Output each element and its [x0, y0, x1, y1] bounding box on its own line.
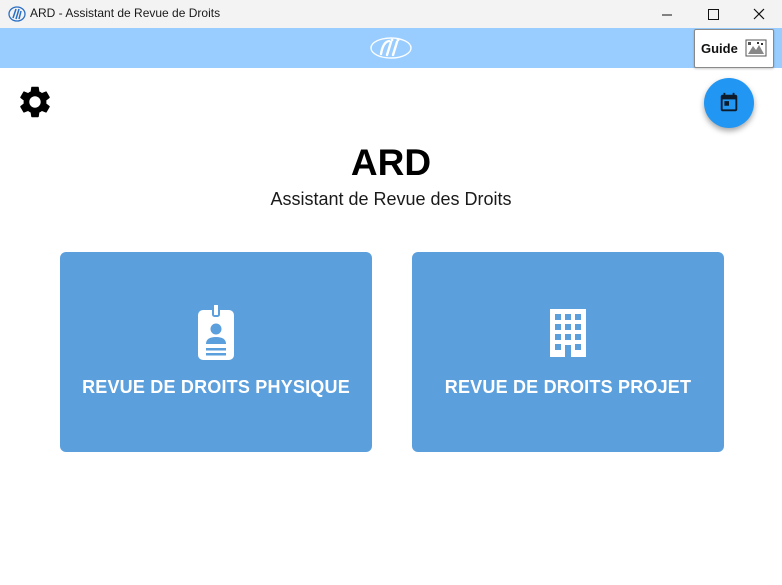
title-bar: ARD - Assistant de Revue de Droits — [0, 0, 782, 28]
close-icon — [753, 8, 765, 20]
calendar-icon — [720, 92, 738, 112]
page-title: ARD — [350, 142, 432, 183]
card-label: REVUE DE DROITS PHYSIQUE — [82, 377, 350, 397]
calendar-fab-button[interactable] — [704, 78, 754, 128]
card-label: REVUE DE DROITS PROJET — [444, 377, 692, 397]
header-bar — [0, 28, 782, 68]
card-icon-wrap — [412, 304, 724, 362]
guide-image-icon — [745, 39, 767, 57]
guide-button[interactable]: Guide — [694, 29, 774, 68]
maximize-button[interactable] — [690, 0, 736, 28]
sii-logo-icon — [370, 37, 412, 59]
window-title: ARD - Assistant de Revue de Droits — [30, 6, 221, 20]
close-button[interactable] — [736, 0, 782, 28]
minimize-button[interactable] — [644, 0, 690, 28]
card-icon-wrap — [60, 304, 372, 362]
revue-droits-projet-card[interactable]: REVUE DE DROITS PROJET — [412, 252, 724, 452]
app-window: ARD - Assistant de Revue de Droits Guide — [0, 0, 782, 585]
page-subtitle: Assistant de Revue des Droits — [270, 189, 512, 209]
guide-label: Guide — [701, 41, 738, 56]
app-icon — [8, 6, 26, 22]
id-badge-icon — [198, 304, 234, 360]
settings-gear-icon[interactable] — [16, 83, 54, 121]
minimize-icon — [661, 14, 672, 15]
revue-droits-physique-card[interactable]: REVUE DE DROITS PHYSIQUE — [60, 252, 372, 452]
maximize-icon — [707, 8, 719, 20]
building-icon — [550, 309, 586, 357]
